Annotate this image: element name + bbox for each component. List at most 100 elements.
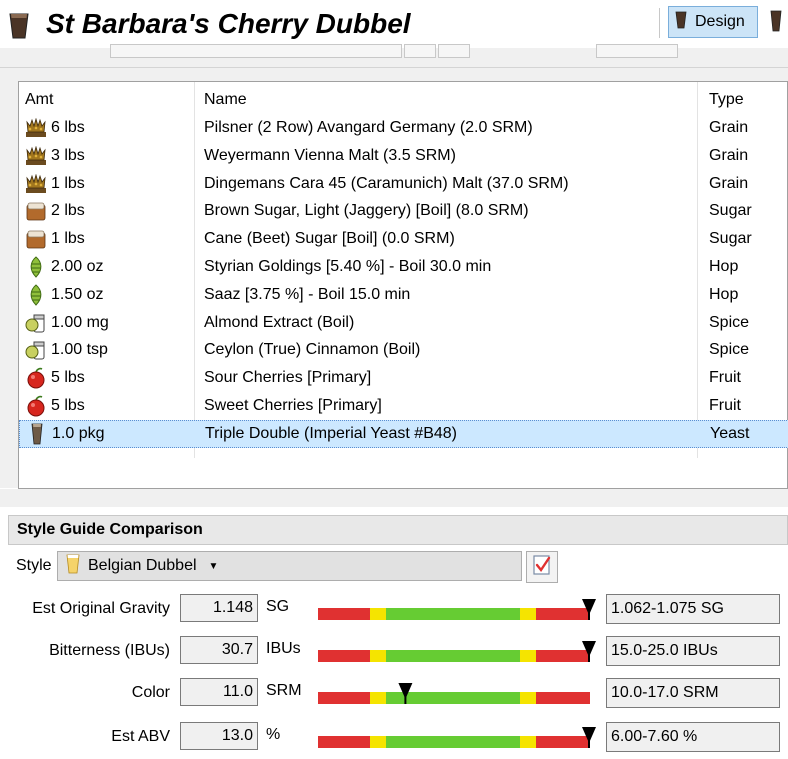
table-row[interactable]: 6 lbs Pilsner (2 Row) Avangard Germany (2… xyxy=(19,114,788,142)
cell-amount: 1.00 tsp xyxy=(25,336,195,364)
bar-segment-low-red xyxy=(318,736,370,748)
style-check-button[interactable] xyxy=(526,551,558,583)
design-button[interactable]: Design xyxy=(668,6,758,38)
cell-type: Spice xyxy=(709,313,750,331)
toolbar-divider xyxy=(659,8,660,38)
table-row[interactable]: 1 lbs Dingemans Cara 45 (Caramunich) Malt… xyxy=(19,170,788,198)
amount-text: 2 lbs xyxy=(51,202,85,220)
stat-row: Est Original Gravity 1.148 SG 1.062-1.075 S… xyxy=(0,594,788,624)
cell-type: Spice xyxy=(709,341,750,359)
grain-icon xyxy=(25,173,47,195)
ingredients-grid[interactable]: Amt Name Type 6 lbs Pilsner (2 Row) Avang… xyxy=(18,81,788,489)
cell-name: Ceylon (True) Cinnamon (Boil) xyxy=(204,341,421,359)
bar-segment-low-yellow xyxy=(370,692,386,704)
bar-segment-low-yellow xyxy=(370,650,386,662)
cell-amount: 1.00 mg xyxy=(25,309,195,337)
column-header-type[interactable]: Type xyxy=(709,86,788,114)
beer-glass-icon xyxy=(8,12,30,45)
stat-unit: SRM xyxy=(266,682,302,699)
stat-range-bar xyxy=(318,682,598,713)
table-row[interactable]: 2 lbs Brown Sugar, Light (Jaggery) [Boil]… xyxy=(19,197,788,225)
cell-amount: 1.0 pkg xyxy=(26,421,196,447)
bar-segment-high-red xyxy=(536,608,590,620)
stat-unit: % xyxy=(266,726,281,743)
amount-text: 1.50 oz xyxy=(51,285,104,303)
style-dropdown[interactable]: Belgian Dubbel ▼ xyxy=(57,551,522,581)
column-header-name[interactable]: Name xyxy=(204,86,694,114)
bar-segment-low-yellow xyxy=(370,608,386,620)
stat-range: 1.062-1.075 SG xyxy=(606,594,780,624)
cell-name: Weyermann Vienna Malt (3.5 SRM) xyxy=(204,146,456,164)
cell-type: Grain xyxy=(709,174,749,192)
stat-range-bar xyxy=(318,598,598,629)
amount-text: 5 lbs xyxy=(51,369,85,387)
cell-amount: 1.50 oz xyxy=(25,281,195,309)
sugar-icon xyxy=(25,228,47,250)
bar-segment-low-red xyxy=(318,650,370,662)
fruit-icon xyxy=(25,395,47,417)
cell-amount: 1 lbs xyxy=(25,170,195,198)
table-row[interactable]: 2.00 oz Styrian Goldings [5.40 %] - Boil … xyxy=(19,253,788,281)
stat-range: 6.00-7.60 % xyxy=(606,722,780,752)
fruit-icon xyxy=(25,367,47,389)
sugar-icon xyxy=(25,200,47,222)
toolstrip-button[interactable] xyxy=(438,44,470,58)
stat-range-bar xyxy=(318,726,598,757)
bar-segment-high-yellow xyxy=(520,608,536,620)
amount-text: 2.00 oz xyxy=(51,258,104,275)
toolstrip-field[interactable] xyxy=(596,44,678,58)
beer-glass-icon[interactable] xyxy=(770,10,782,37)
cell-amount: 6 lbs xyxy=(25,114,195,142)
amount-text: 1 lbs xyxy=(51,174,85,192)
amount-text: 1 lbs xyxy=(51,230,85,248)
amount-text: 1.00 mg xyxy=(51,313,109,331)
beer-glass-icon xyxy=(66,554,80,579)
toolstrip xyxy=(0,44,788,68)
bar-segment-low-red xyxy=(318,692,370,704)
table-row[interactable]: 1.00 tsp Ceylon (True) Cinnamon (Boil) Spi… xyxy=(19,336,788,364)
checklist-icon xyxy=(532,554,552,581)
stat-value: 11.0 xyxy=(180,678,258,706)
column-header-amt[interactable]: Amt xyxy=(25,86,195,114)
grain-icon xyxy=(25,117,47,139)
cell-amount: 1 lbs xyxy=(25,225,195,253)
cell-type: Grain xyxy=(709,119,749,136)
stat-label: Color xyxy=(131,684,170,701)
stat-label: Est Original Gravity xyxy=(32,600,170,617)
cell-amount: 5 lbs xyxy=(25,364,195,392)
cell-name: Styrian Goldings [5.40 %] - Boil 30.0 mi… xyxy=(204,258,492,275)
table-row[interactable]: 1.50 oz Saaz [3.75 %] - Boil 15.0 min Hop xyxy=(19,281,788,309)
table-row[interactable]: 1.0 pkg Triple Double (Imperial Yeast #B4… xyxy=(19,419,788,448)
amount-text: 1.0 pkg xyxy=(52,424,105,442)
table-row[interactable]: 3 lbs Weyermann Vienna Malt (3.5 SRM) Grai… xyxy=(19,142,788,170)
cell-type: Fruit xyxy=(709,369,741,387)
title-bar: St Barbara's Cherry Dubbel Design xyxy=(0,0,788,48)
cell-type: Hop xyxy=(709,285,739,303)
spice-icon xyxy=(25,339,47,361)
toolstrip-button[interactable] xyxy=(404,44,436,58)
bar-segment-high-red xyxy=(536,650,590,662)
stat-value: 13.0 xyxy=(180,722,258,750)
table-row[interactable]: 5 lbs Sweet Cherries [Primary] Fruit xyxy=(19,392,788,420)
amount-text: 6 lbs xyxy=(51,119,85,136)
cell-amount: 2 lbs xyxy=(25,197,195,225)
stat-value: 1.148 xyxy=(180,594,258,622)
grain-icon xyxy=(25,145,47,167)
hop-icon xyxy=(25,256,47,278)
stat-row: Est ABV 13.0% 6.00-7.60 % xyxy=(0,722,788,752)
cell-type: Sugar xyxy=(709,202,752,220)
cell-type: Yeast xyxy=(710,424,750,442)
toolstrip-field[interactable] xyxy=(110,44,402,58)
cell-amount: 3 lbs xyxy=(25,142,195,170)
stat-label: Est ABV xyxy=(111,728,170,745)
stat-unit: IBUs xyxy=(266,640,301,657)
amount-text: 1.00 tsp xyxy=(51,341,108,359)
bar-segment-high-yellow xyxy=(520,736,536,748)
stat-unit: SG xyxy=(266,598,290,615)
cell-name: Saaz [3.75 %] - Boil 15.0 min xyxy=(204,285,411,303)
stat-row: Bitterness (IBUs) 30.7 IBUs 15.0-25.0 IBUs xyxy=(0,636,788,666)
table-row[interactable]: 5 lbs Sour Cherries [Primary] Fruit xyxy=(19,364,788,392)
table-row[interactable]: 1 lbs Cane (Beet) Sugar [Boil] (0.0 SRM) S… xyxy=(19,225,788,253)
table-row[interactable]: 1.00 mg Almond Extract (Boil) Spice xyxy=(19,309,788,337)
bar-segment-green xyxy=(386,608,520,620)
